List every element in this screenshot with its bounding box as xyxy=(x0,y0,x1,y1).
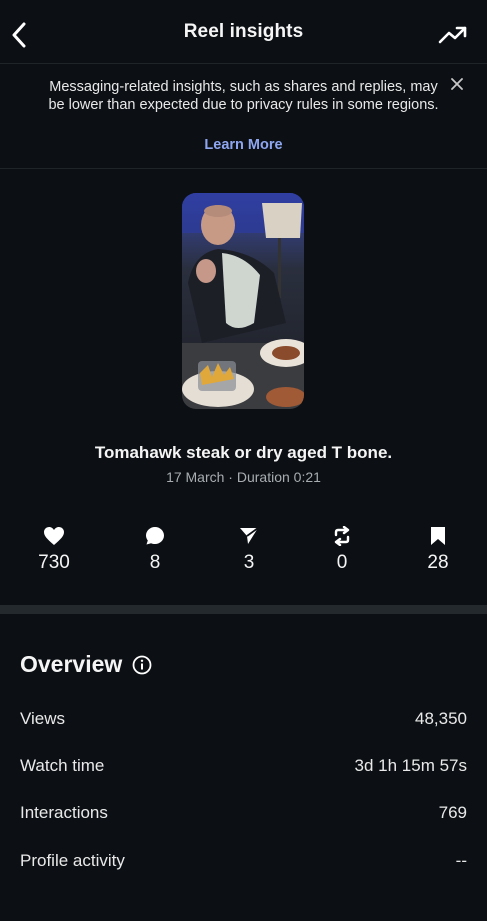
overview-row-interactions[interactable]: Interactions 769 xyxy=(20,801,467,825)
overview-row-label: Profile activity xyxy=(20,851,125,870)
overview-row-label: Watch time xyxy=(20,756,105,775)
chevron-left-icon xyxy=(12,22,26,48)
overview-row-value: -- xyxy=(455,851,467,870)
learn-more-link[interactable]: Learn More xyxy=(0,137,487,153)
close-icon xyxy=(451,78,463,90)
likes-count: 730 xyxy=(38,552,70,573)
close-notice-button[interactable] xyxy=(447,74,467,94)
reel-title: Tomahawk steak or dry aged T bone. xyxy=(94,443,393,462)
saves-count: 28 xyxy=(427,552,449,573)
overview-info-button[interactable] xyxy=(132,655,152,675)
reposts-count: 0 xyxy=(336,552,348,573)
comments-count: 8 xyxy=(149,552,161,573)
trending-button[interactable] xyxy=(437,22,469,48)
back-button[interactable] xyxy=(8,20,30,50)
notice-message: Messaging-related insights, such as shar… xyxy=(48,79,439,113)
saves-stat: 28 xyxy=(403,524,473,574)
comments-stat: 8 xyxy=(120,524,190,574)
overview-row-value: 3d 1h 15m 57s xyxy=(354,756,467,775)
reel-meta: 17 March · Duration 0:21 xyxy=(166,469,321,485)
overview-row-label: Views xyxy=(20,709,66,728)
overview-row-label: Interactions xyxy=(20,803,108,822)
likes-stat: 730 xyxy=(19,524,89,574)
reel-stats: 730 8 3 0 28 xyxy=(0,524,487,580)
repost-icon xyxy=(334,526,350,546)
top-bar: Reel insights xyxy=(0,0,487,64)
shares-stat: 3 xyxy=(214,524,284,574)
overview-row-value: 48,350 xyxy=(415,709,467,728)
info-icon xyxy=(132,655,152,674)
bookmark-icon xyxy=(431,527,445,545)
overview-header: Overview xyxy=(20,651,152,678)
overview-row-watch-time[interactable]: Watch time 3d 1h 15m 57s xyxy=(20,754,467,778)
overview-title: Overview xyxy=(20,651,123,677)
overview-row-profile-activity[interactable]: Profile activity -- xyxy=(20,849,467,873)
shares-count: 3 xyxy=(243,552,255,573)
page-title: Reel insights xyxy=(183,20,304,42)
privacy-notice: Messaging-related insights, such as shar… xyxy=(0,64,487,169)
reel-thumbnail[interactable] xyxy=(182,193,304,409)
send-icon xyxy=(240,527,259,544)
heart-icon xyxy=(44,527,64,545)
overview-row-views[interactable]: Views 48,350 xyxy=(20,707,467,731)
reposts-stat: 0 xyxy=(307,524,377,574)
trending-up-icon xyxy=(438,26,467,44)
comment-icon xyxy=(146,527,164,545)
reel-thumbnail-image xyxy=(182,193,304,409)
overview-row-value: 769 xyxy=(438,803,467,822)
section-divider xyxy=(0,605,487,614)
